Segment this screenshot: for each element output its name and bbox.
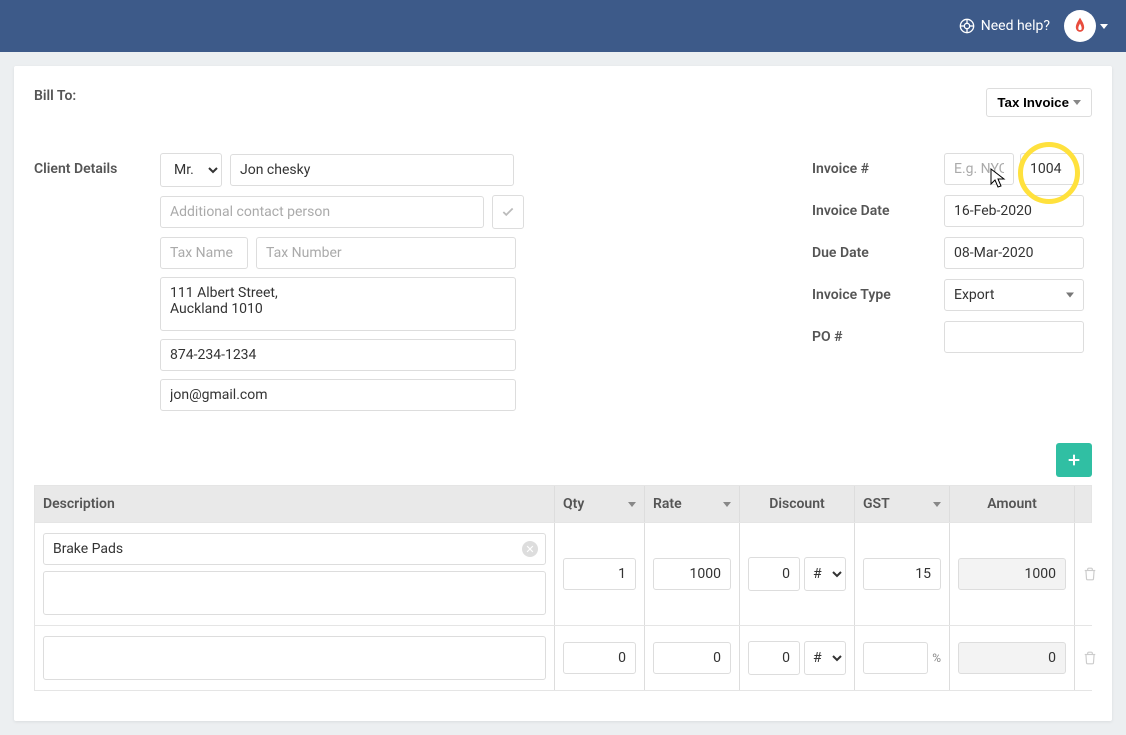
col-discount: Discount	[740, 486, 855, 522]
table-row: # % 0	[35, 625, 1091, 690]
item-discount-type-select[interactable]: #	[804, 557, 846, 591]
invoice-number-input[interactable]	[1020, 153, 1084, 185]
item-gst-input[interactable]	[863, 642, 928, 674]
invoice-date-input[interactable]	[944, 195, 1084, 227]
trash-icon[interactable]	[1083, 651, 1097, 665]
client-name-input[interactable]	[230, 154, 514, 186]
phone-input[interactable]	[160, 339, 516, 371]
item-gst-input[interactable]	[863, 558, 941, 590]
item-description-input[interactable]	[43, 533, 546, 565]
top-bar: Need help?	[0, 0, 1126, 52]
tax-invoice-label: Tax Invoice	[997, 95, 1069, 110]
chevron-down-icon	[933, 502, 941, 507]
item-description-input[interactable]	[43, 636, 546, 680]
chevron-down-icon	[1100, 24, 1108, 29]
plus-icon	[1066, 452, 1082, 468]
tax-name-input[interactable]	[160, 237, 248, 269]
invoice-type-select[interactable]: Export	[944, 279, 1084, 311]
col-amount: Amount	[950, 486, 1075, 522]
bill-to-label: Bill To:	[34, 88, 76, 104]
col-qty[interactable]: Qty	[555, 486, 645, 522]
add-line-item-button[interactable]	[1056, 443, 1092, 477]
item-qty-input[interactable]	[563, 642, 636, 674]
email-input[interactable]	[160, 379, 516, 411]
item-amount: 1000	[958, 558, 1066, 590]
due-date-label: Due Date	[812, 245, 932, 261]
col-rate[interactable]: Rate	[645, 486, 740, 522]
item-qty-input[interactable]	[563, 558, 636, 590]
contact-person-input[interactable]	[160, 196, 484, 228]
invoice-date-label: Invoice Date	[812, 203, 932, 219]
address-input[interactable]	[160, 277, 516, 331]
gst-percent-suffix: %	[932, 651, 941, 665]
invoice-form-card: Bill To: Tax Invoice Client Details Mr.	[14, 66, 1112, 721]
item-rate-input[interactable]	[653, 558, 731, 590]
client-title-select[interactable]: Mr.	[160, 153, 222, 187]
client-details-label: Client Details	[34, 153, 152, 177]
invoice-type-label: Invoice Type	[812, 287, 932, 303]
help-icon	[959, 18, 975, 34]
table-header: Description Qty Rate Discount GST Amount	[35, 486, 1091, 522]
col-description: Description	[35, 486, 555, 522]
clear-description-button[interactable]: ✕	[522, 541, 538, 557]
col-gst[interactable]: GST	[855, 486, 950, 522]
flame-icon	[1070, 16, 1090, 36]
chevron-down-icon	[628, 502, 636, 507]
item-discount-input[interactable]	[748, 557, 800, 591]
tax-invoice-dropdown[interactable]: Tax Invoice	[986, 88, 1092, 117]
confirm-contact-button[interactable]	[492, 195, 524, 229]
chevron-down-icon	[1073, 100, 1081, 105]
po-number-input[interactable]	[944, 321, 1084, 353]
due-date-input[interactable]	[944, 237, 1084, 269]
item-amount: 0	[958, 642, 1066, 674]
item-discount-type-select[interactable]: #	[804, 641, 846, 675]
tax-number-input[interactable]	[256, 237, 516, 269]
user-menu[interactable]	[1064, 10, 1108, 42]
avatar	[1064, 10, 1096, 42]
check-icon	[501, 205, 515, 219]
need-help-button[interactable]: Need help?	[959, 18, 1050, 34]
invoice-prefix-input[interactable]	[944, 153, 1014, 185]
trash-icon[interactable]	[1083, 567, 1097, 581]
po-number-label: PO #	[812, 329, 932, 345]
table-row: ✕ #	[35, 522, 1091, 625]
chevron-down-icon	[723, 502, 731, 507]
line-items-table: Description Qty Rate Discount GST Amount	[34, 485, 1092, 691]
need-help-label: Need help?	[981, 18, 1050, 34]
invoice-number-label: Invoice #	[812, 161, 932, 177]
item-rate-input[interactable]	[653, 642, 731, 674]
item-discount-input[interactable]	[748, 641, 800, 675]
item-notes-input[interactable]	[43, 571, 546, 615]
